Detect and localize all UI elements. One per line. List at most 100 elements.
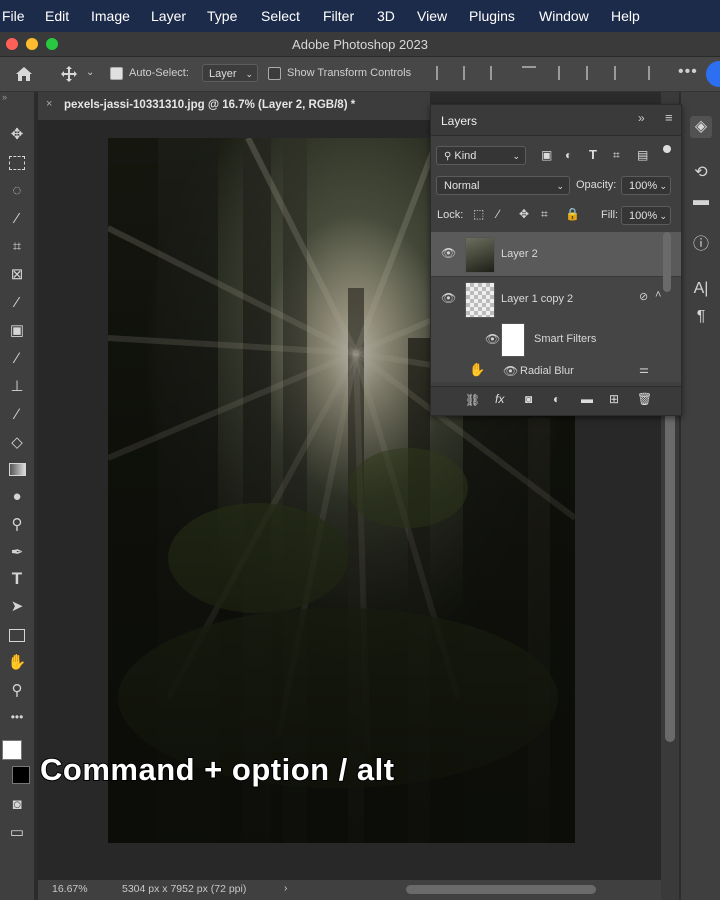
- blend-mode-dropdown[interactable]: Normal ⌄: [436, 176, 570, 195]
- marquee-tool-icon[interactable]: [6, 152, 28, 174]
- move-tool-icon[interactable]: ✥: [6, 124, 28, 146]
- menu-window[interactable]: Window: [539, 8, 601, 24]
- screen-mode-icon[interactable]: ▭: [6, 822, 28, 844]
- document-tab[interactable]: × pexels-jassi-10331310.jpg @ 16.7% (Lay…: [38, 92, 430, 121]
- smart-filters-row[interactable]: 👁 Smart Filters: [431, 320, 681, 360]
- lock-image-icon[interactable]: ∕: [497, 207, 499, 221]
- menu-type[interactable]: Type: [207, 8, 249, 24]
- horizontal-scrollbar[interactable]: [406, 885, 596, 894]
- menu-edit[interactable]: Edit: [45, 8, 81, 24]
- adjustment-filter-icon[interactable]: ◐: [565, 148, 572, 162]
- magic-wand-icon[interactable]: ⁄: [6, 208, 28, 230]
- layers-panel-title[interactable]: Layers: [441, 114, 477, 128]
- panel-menu-icon[interactable]: ≡: [665, 110, 673, 125]
- dodge-tool-icon[interactable]: ⚲: [6, 514, 28, 536]
- auto-select-checkbox[interactable]: [110, 67, 123, 80]
- lock-transparent-icon[interactable]: ⬚: [473, 207, 484, 221]
- foreground-color-swatch[interactable]: [2, 740, 22, 760]
- brush-tool-icon[interactable]: ∕: [6, 348, 28, 370]
- align-middle-icon[interactable]: [586, 66, 600, 80]
- lock-artboard-icon[interactable]: ⌗: [541, 207, 548, 222]
- layer-name[interactable]: Layer 1 copy 2: [501, 293, 573, 305]
- share-button[interactable]: [706, 61, 720, 87]
- menu-filter[interactable]: Filter: [323, 8, 366, 24]
- layer-row-layer-2[interactable]: 👁 Layer 2: [431, 232, 681, 276]
- lock-all-icon[interactable]: 🔒: [565, 207, 580, 221]
- zoom-tool-icon[interactable]: ⚲: [6, 680, 28, 702]
- comments-panel-icon[interactable]: ▬: [690, 190, 712, 212]
- filter-kind-dropdown[interactable]: ⚲ Kind ⌄: [436, 146, 526, 165]
- align-top-icon[interactable]: [558, 66, 572, 80]
- lock-position-icon[interactable]: ✥: [519, 207, 529, 221]
- distribute-vertical-icon[interactable]: [648, 66, 662, 80]
- history-brush-icon[interactable]: ∕: [6, 404, 28, 426]
- collapse-panel-icon[interactable]: »: [638, 111, 645, 125]
- new-layer-icon[interactable]: ⊞: [609, 392, 619, 406]
- shape-filter-icon[interactable]: ⌗: [613, 148, 620, 163]
- lasso-tool-icon[interactable]: ◌: [6, 180, 28, 202]
- add-mask-icon[interactable]: ◙: [525, 392, 532, 406]
- opacity-field[interactable]: 100% ⌄: [621, 176, 671, 195]
- visibility-eye-icon[interactable]: 👁: [485, 332, 500, 346]
- rectangle-tool-icon[interactable]: [6, 624, 28, 646]
- auto-select-dropdown[interactable]: Layer ⌄: [202, 64, 258, 82]
- layers-scrollbar[interactable]: [663, 232, 671, 292]
- more-tools-icon[interactable]: •••: [6, 706, 28, 728]
- background-color-swatch[interactable]: [12, 766, 30, 784]
- info-panel-icon[interactable]: ⓘ: [690, 234, 712, 256]
- type-tool-icon[interactable]: T: [6, 568, 28, 590]
- visibility-eye-icon[interactable]: 👁: [441, 246, 456, 260]
- healing-brush-icon[interactable]: ▣: [6, 320, 28, 342]
- more-options-icon[interactable]: •••: [678, 63, 698, 81]
- crop-tool-icon[interactable]: ⌗: [6, 236, 28, 258]
- menu-file[interactable]: File: [2, 8, 37, 24]
- collapse-icon[interactable]: »: [2, 92, 7, 102]
- gradient-tool-icon[interactable]: [6, 458, 28, 480]
- pen-tool-icon[interactable]: ✒: [6, 542, 28, 564]
- zoom-level[interactable]: 16.67%: [52, 883, 88, 895]
- menu-layer[interactable]: Layer: [151, 8, 198, 24]
- menu-image[interactable]: Image: [91, 8, 142, 24]
- paragraph-panel-icon[interactable]: ¶: [690, 306, 712, 328]
- radial-blur-row[interactable]: ✋ 👁 Radial Blur ⚌: [431, 360, 681, 382]
- type-filter-icon[interactable]: T: [589, 147, 597, 162]
- menu-plugins[interactable]: Plugins: [469, 8, 527, 24]
- filter-toggle-icon[interactable]: [663, 145, 671, 153]
- fx-icon[interactable]: fx: [495, 392, 504, 406]
- distribute-icon[interactable]: [522, 66, 536, 78]
- quick-mask-icon[interactable]: ◙: [6, 794, 28, 816]
- filter-options-icon[interactable]: ⚌: [639, 363, 649, 376]
- align-right-icon[interactable]: [490, 66, 504, 80]
- fill-field[interactable]: 100% ⌄: [621, 206, 671, 225]
- align-left-icon[interactable]: [436, 66, 450, 80]
- adjustment-layer-icon[interactable]: ◐: [553, 392, 560, 406]
- close-tab-icon[interactable]: ×: [46, 98, 52, 110]
- link-layers-icon[interactable]: ⛓: [465, 393, 480, 407]
- smart-object-filter-icon[interactable]: ▤: [637, 148, 648, 162]
- history-panel-icon[interactable]: ⟲: [690, 162, 712, 184]
- layer-row-layer-1-copy-2[interactable]: 👁 Layer 1 copy 2 ⊘ ˄: [431, 276, 681, 321]
- filter-mask-thumbnail[interactable]: [501, 323, 525, 357]
- filter-name[interactable]: Radial Blur: [520, 365, 574, 377]
- new-group-icon[interactable]: ▬: [581, 392, 593, 406]
- blur-tool-icon[interactable]: ●: [6, 486, 28, 508]
- visibility-eye-icon[interactable]: 👁: [503, 364, 518, 378]
- chevron-right-icon[interactable]: ›: [284, 882, 288, 894]
- layer-name[interactable]: Layer 2: [501, 248, 538, 260]
- chevron-down-icon[interactable]: ⌄: [86, 67, 94, 78]
- frame-tool-icon[interactable]: ⊠: [6, 264, 28, 286]
- character-panel-icon[interactable]: A|: [690, 278, 712, 300]
- menu-3d[interactable]: 3D: [377, 8, 407, 24]
- show-transform-checkbox[interactable]: [268, 67, 281, 80]
- align-center-icon[interactable]: [463, 66, 477, 80]
- menu-view[interactable]: View: [417, 8, 459, 24]
- align-bottom-icon[interactable]: [614, 66, 628, 80]
- visibility-eye-icon[interactable]: 👁: [441, 291, 456, 305]
- eyedropper-tool-icon[interactable]: ⁄: [6, 292, 28, 314]
- home-icon[interactable]: [14, 65, 34, 83]
- hand-tool-icon[interactable]: ✋: [6, 652, 28, 674]
- pixel-filter-icon[interactable]: ▣: [541, 148, 552, 162]
- delete-layer-icon[interactable]: 🗑: [637, 392, 652, 406]
- eraser-tool-icon[interactable]: ◇: [6, 432, 28, 454]
- layers-panel-icon[interactable]: ◈: [690, 116, 712, 138]
